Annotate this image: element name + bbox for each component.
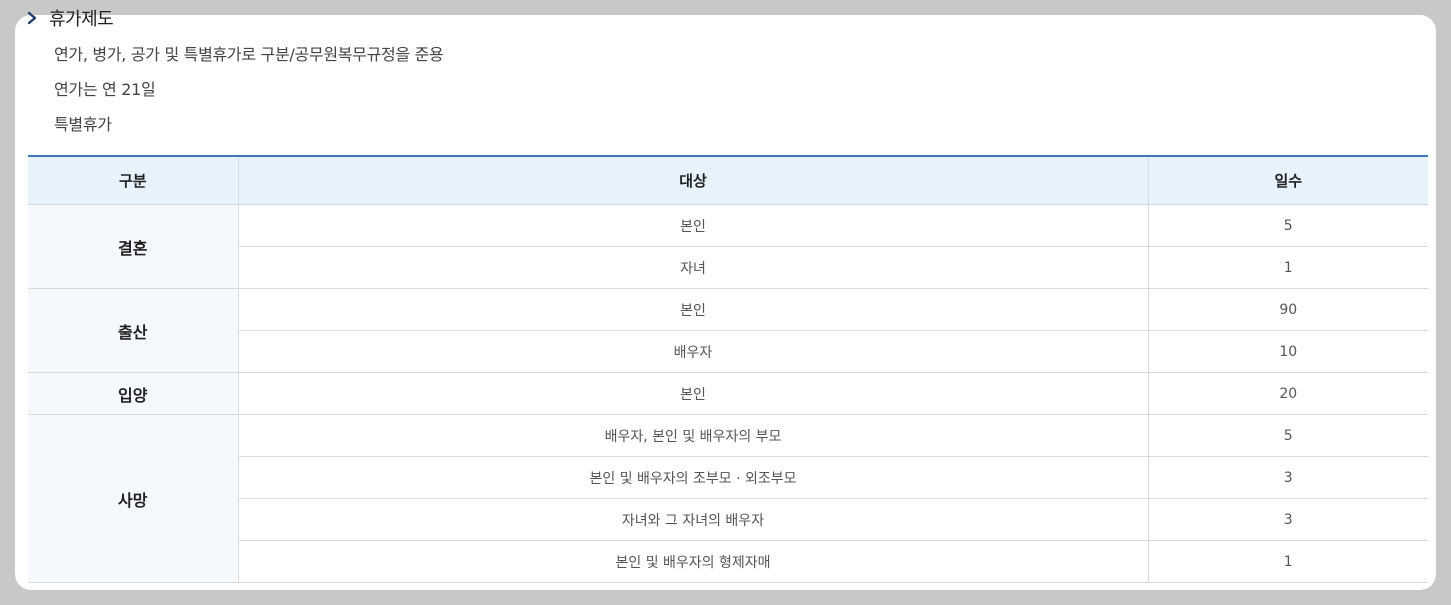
category-cell: 결혼 [28, 204, 238, 289]
table-row: 출산 본인 90 [28, 288, 1428, 373]
target-cell: 배우자 [237, 330, 1148, 373]
table-row: 본인 및 배우자의 형제자매 1 [28, 540, 1428, 583]
days-cell: 3 [1147, 498, 1428, 541]
target-cell: 본인 및 배우자의 조부모 · 외조부모 [237, 456, 1148, 499]
target-cell: 자녀 [237, 246, 1148, 289]
days-cell: 5 [1147, 414, 1428, 457]
chevron-right-icon [27, 11, 37, 25]
table-row: 결혼 본인 5 [28, 204, 1428, 289]
special-leave-table: 구분 대상 일수 결혼 본인 5 자녀 1 출산 본인 90 배우자 10 입양… [28, 155, 1428, 583]
days-cell: 5 [1147, 204, 1428, 247]
days-cell: 3 [1147, 456, 1428, 499]
table-row: 자녀 1 [28, 246, 1428, 289]
target-cell: 본인 [237, 288, 1148, 331]
description-line: 특별휴가 [54, 115, 112, 134]
description-line: 연가는 연 21일 [54, 80, 156, 99]
days-cell: 1 [1147, 540, 1428, 583]
days-cell: 1 [1147, 246, 1428, 289]
table-header-row: 구분 대상 일수 [28, 156, 1428, 205]
column-header-target: 대상 [237, 156, 1148, 205]
target-cell: 배우자, 본인 및 배우자의 부모 [237, 414, 1148, 457]
column-header-category: 구분 [28, 156, 238, 205]
days-cell: 90 [1147, 288, 1428, 331]
target-cell: 자녀와 그 자녀의 배우자 [237, 498, 1148, 541]
description-line: 연가, 병가, 공가 및 특별휴가로 구분/공무원복무규정을 준용 [54, 45, 444, 64]
column-header-days: 일수 [1147, 156, 1428, 205]
section-title: 휴가제도 [49, 9, 114, 30]
section-heading: 휴가제도 [25, 6, 114, 30]
target-cell: 본인 [237, 372, 1148, 415]
table-row: 자녀와 그 자녀의 배우자 3 [28, 498, 1428, 541]
target-cell: 본인 및 배우자의 형제자매 [237, 540, 1148, 583]
table-row: 본인 및 배우자의 조부모 · 외조부모 3 [28, 456, 1428, 499]
category-cell: 사망 [28, 414, 238, 583]
days-cell: 10 [1147, 330, 1428, 373]
table-row: 사망 배우자, 본인 및 배우자의 부모 5 [28, 414, 1428, 583]
category-cell: 입양 [28, 372, 238, 415]
days-cell: 20 [1147, 372, 1428, 415]
table-row: 배우자 10 [28, 330, 1428, 373]
table-row: 입양 본인 20 [28, 372, 1428, 415]
description-lines: 연가, 병가, 공가 및 특별휴가로 구분/공무원복무규정을 준용 연가는 연 … [54, 42, 444, 147]
category-cell: 출산 [28, 288, 238, 373]
target-cell: 본인 [237, 204, 1148, 247]
